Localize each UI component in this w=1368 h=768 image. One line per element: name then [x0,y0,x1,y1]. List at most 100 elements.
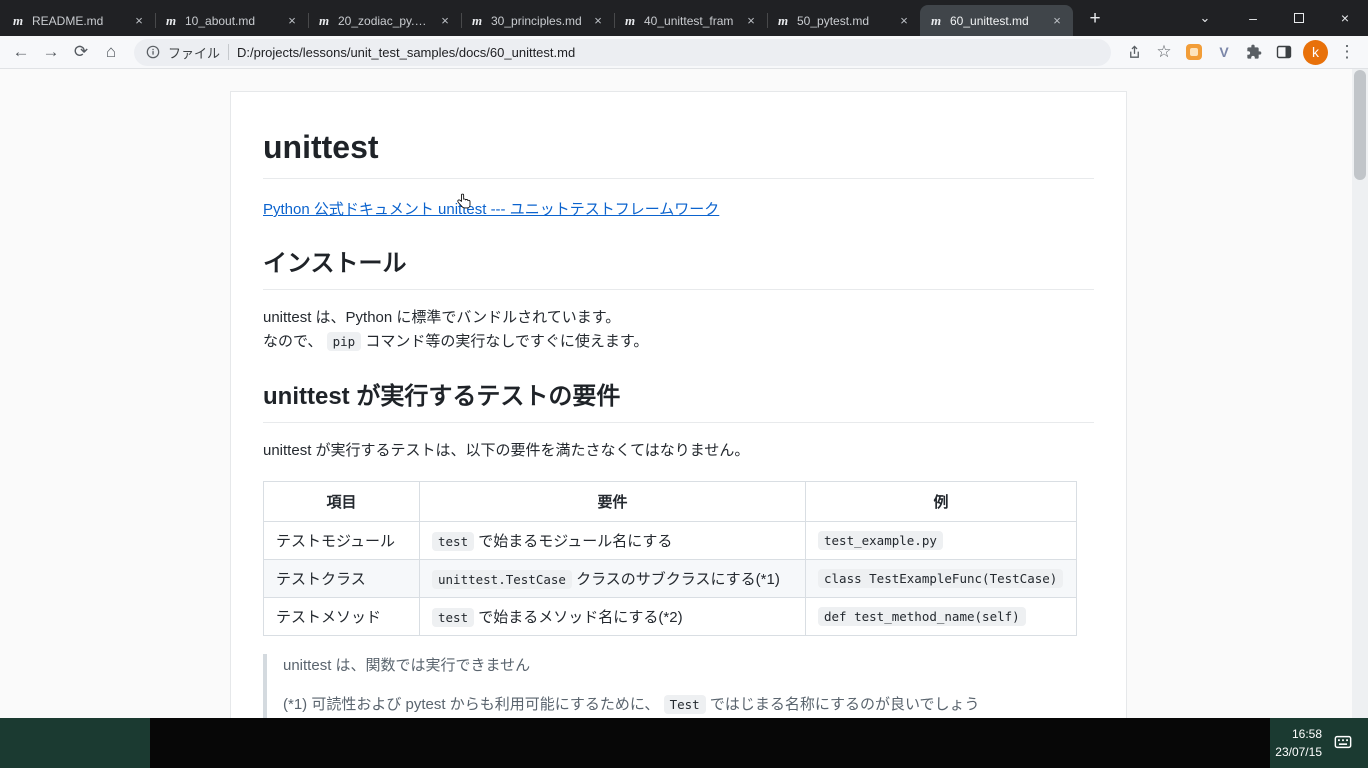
tab-30-principles[interactable]: m 30_principles.md × [461,5,614,36]
markdown-favicon: m [928,13,944,29]
browser-window: m README.md × m 10_about.md × m 20_zodia… [0,0,1368,768]
tab-label: README.md [32,14,125,28]
address-bar[interactable]: ファイル D:/projects/lessons/unit_test_sampl… [134,39,1111,66]
cell-text: クラスのサブクラスにする(*1) [572,571,780,588]
cell-text: で始まるメソッド名にする(*2) [474,609,683,626]
table-row: テストメソッド test で始まるメソッド名にする(*2) def test_m… [264,598,1077,636]
profile-avatar[interactable]: k [1303,40,1328,65]
forward-icon[interactable]: → [36,37,66,67]
tab-label: 40_unittest_fram [644,14,737,28]
markdown-document: unittest Python 公式ドキュメント unittest --- ユニ… [230,91,1127,718]
home-icon[interactable]: ⌂ [96,37,126,67]
cell-example: test_example.py [806,522,1077,560]
doc-link-paragraph: Python 公式ドキュメント unittest --- ユニットテストフレーム… [263,199,1094,221]
url-scheme-label: ファイル [168,43,220,62]
install-line2-post: コマンド等の実行なしですぐに使えます。 [361,333,648,350]
markdown-favicon: m [622,13,638,29]
inline-code: test [432,608,474,627]
url-divider [228,44,229,60]
notes-blockquote: unittest は、関数では実行できません (*1) 可読性および pytes… [263,654,1094,718]
table-header-row: 項目 要件 例 [264,482,1077,522]
quote-notes: (*1) 可読性および pytest からも利用可能にするために、 Test で… [283,693,1094,718]
requirements-intro: unittest が実行するテストは、以下の要件を満たさなくてはなりません。 [263,439,1094,463]
scrollbar-thumb[interactable] [1354,70,1366,180]
note1-pre: (*1) 可読性および pytest からも利用可能にするために、 [283,696,664,713]
cell-text: で始まるモジュール名にする [474,533,672,550]
table-row: テストモジュール test で始まるモジュール名にする test_example… [264,522,1077,560]
tab-close-icon[interactable]: × [437,13,453,29]
maximize-button[interactable] [1276,0,1322,36]
vertical-scrollbar[interactable] [1352,69,1368,718]
taskbar: 16:58 23/07/15 [0,718,1368,768]
maximize-icon [1294,13,1304,23]
table-row: テストクラス unittest.TestCase クラスのサブクラスにする(*1… [264,560,1077,598]
col-requirement: 要件 [420,482,806,522]
markdown-favicon: m [469,13,485,29]
cell-example: def test_method_name(self) [806,598,1077,636]
share-icon[interactable] [1119,37,1149,67]
extensions-puzzle-icon[interactable] [1239,37,1269,67]
markdown-favicon: m [775,13,791,29]
requirements-table: 項目 要件 例 テストモジュール test で始まるモジュール名にする test… [263,481,1077,636]
python-docs-link[interactable]: Python 公式ドキュメント unittest --- ユニットテストフレーム… [263,201,719,218]
tab-10-about[interactable]: m 10_about.md × [155,5,308,36]
new-tab-button[interactable]: + [1081,5,1109,33]
tab-label: 50_pytest.md [797,14,890,28]
side-panel-icon[interactable] [1269,37,1299,67]
markdown-favicon: m [163,13,179,29]
inline-code: unittest.TestCase [432,570,572,589]
note1-post: ではじまる名称にするのが良いでしょう [706,696,980,713]
inline-code-pip: pip [327,332,362,351]
kebab-menu-icon[interactable]: ⋮ [1332,37,1362,67]
tab-close-icon[interactable]: × [743,13,759,29]
section-requirements: unittest が実行するテストの要件 [263,382,1094,423]
extension-icon-v[interactable]: V [1209,37,1239,67]
tab-close-icon[interactable]: × [131,13,147,29]
minimize-button[interactable]: – [1230,0,1276,36]
tab-close-icon[interactable]: × [1049,13,1065,29]
extension-icon-orange[interactable] [1179,37,1209,67]
clock-time: 16:58 [1275,725,1322,743]
reload-icon[interactable]: ⟳ [66,37,96,67]
markdown-favicon: m [316,13,332,29]
page-info-icon[interactable] [146,45,160,59]
cell-requirement: unittest.TestCase クラスのサブクラスにする(*1) [420,560,806,598]
clock-date: 23/07/15 [1275,743,1322,761]
tab-40-unittest-framework[interactable]: m 40_unittest_fram × [614,5,767,36]
cell-requirement: test で始まるメソッド名にする(*2) [420,598,806,636]
tab-60-unittest-active[interactable]: m 60_unittest.md × [920,5,1073,36]
doc-title: unittest [263,128,1094,179]
inline-code: test_example.py [818,531,943,550]
tab-search-chevron-icon[interactable]: ⌄ [1190,10,1220,26]
cell-requirement: test で始まるモジュール名にする [420,522,806,560]
system-clock: 16:58 23/07/15 [1275,725,1322,761]
tab-close-icon[interactable]: × [284,13,300,29]
section-install: インストール [263,249,1094,290]
cell-item: テストクラス [264,560,420,598]
tab-strip: m README.md × m 10_about.md × m 20_zodia… [0,0,1368,36]
inline-code-Test: Test [664,695,706,714]
tab-close-icon[interactable]: × [590,13,606,29]
close-button[interactable]: × [1322,0,1368,36]
tab-50-pytest[interactable]: m 50_pytest.md × [767,5,920,36]
tab-readme[interactable]: m README.md × [2,5,155,36]
inline-code: def test_method_name(self) [818,607,1026,626]
taskbar-dark-panel [150,718,1270,768]
bookmark-star-icon[interactable]: ☆ [1149,37,1179,67]
tab-label: 30_principles.md [491,14,584,28]
ime-icon[interactable] [1332,731,1354,753]
markdown-favicon: m [10,13,26,29]
tab-close-icon[interactable]: × [896,13,912,29]
inline-code: test [432,532,474,551]
install-line2-pre: なので、 [263,333,327,350]
install-line1: unittest は、Python に標準でバンドルされています。 [263,309,620,326]
tab-label: 20_zodiac_py.md [338,14,431,28]
tab-label: 60_unittest.md [950,14,1043,28]
cell-item: テストモジュール [264,522,420,560]
back-icon[interactable]: ← [6,37,36,67]
col-example: 例 [806,482,1077,522]
cell-example: class TestExampleFunc(TestCase) [806,560,1077,598]
quote-text: unittest は、関数では実行できません [283,657,530,674]
window-controls: ⌄ – × [1190,0,1368,36]
tab-20-zodiac[interactable]: m 20_zodiac_py.md × [308,5,461,36]
